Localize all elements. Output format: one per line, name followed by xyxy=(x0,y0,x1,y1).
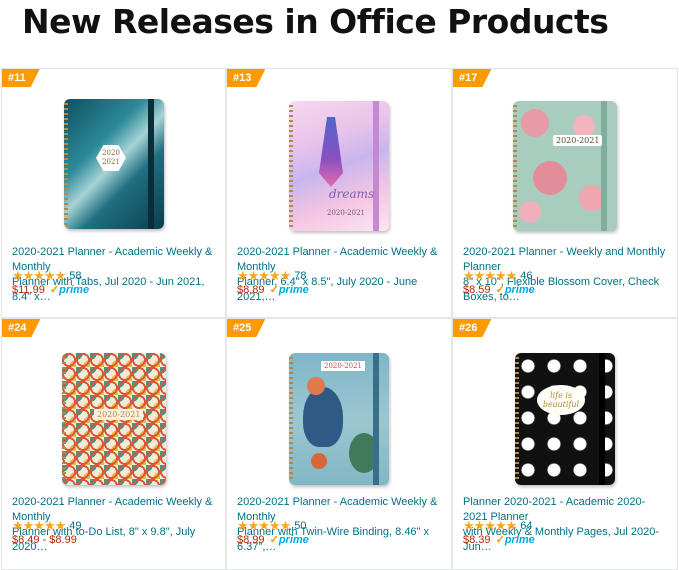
star-rating-icon[interactable]: ★★★★★ xyxy=(12,519,66,533)
prime-badge: ✓prime xyxy=(49,284,90,296)
cover-year-text: 2020-2021 xyxy=(553,135,603,146)
elastic-band xyxy=(599,353,605,485)
prime-badge: ✓prime xyxy=(269,534,309,546)
product-card[interactable]: #25 2020-2021 2020-2021 Planner - Academ… xyxy=(226,318,452,570)
rating-count[interactable]: 58 xyxy=(69,269,81,283)
prime-check-icon: ✓ xyxy=(269,534,279,546)
product-image[interactable]: 2020 2021 xyxy=(64,99,164,229)
price-row: $11.99 ✓prime xyxy=(12,283,89,297)
prime-badge: ✓prime xyxy=(269,284,309,296)
rank-badge: #11 xyxy=(2,69,40,87)
prime-badge: ✓prime xyxy=(495,284,535,296)
rating-count[interactable]: 46 xyxy=(520,269,532,283)
product-card[interactable]: #11 2020 2021 2020-2021 Planner - Academi… xyxy=(1,68,226,318)
flower-illustration xyxy=(573,115,595,137)
price: $11.99 xyxy=(12,284,45,296)
price: $8.59 xyxy=(463,284,491,296)
mermaid-illustration xyxy=(303,387,343,447)
cover-script-text: dreams xyxy=(329,187,375,201)
product-image[interactable]: 2020-2021 xyxy=(289,353,389,485)
rating-count[interactable]: 49 xyxy=(69,519,81,533)
product-image[interactable]: 2020-2021 xyxy=(62,353,166,485)
star-rating-icon[interactable]: ★★★★★ xyxy=(12,269,66,283)
rating[interactable]: ★★★★★ 64 xyxy=(463,519,533,533)
product-card[interactable]: #26 life is beautiful Planner 2020-2021 … xyxy=(452,318,678,570)
product-card[interactable]: #17 2020-2021 2020-2021 Planner - Weekly… xyxy=(452,68,678,318)
spiral-binding xyxy=(289,357,293,481)
mermaid-illustration xyxy=(307,377,325,395)
price: $8.89 xyxy=(237,284,265,296)
prime-check-icon: ✓ xyxy=(269,284,279,296)
rank-badge: #17 xyxy=(453,69,491,87)
star-rating-icon[interactable]: ★★★★★ xyxy=(237,269,291,283)
prime-check-icon: ✓ xyxy=(495,284,505,296)
star-rating-icon[interactable]: ★★★★★ xyxy=(463,519,517,533)
prime-badge: ✓prime xyxy=(495,534,535,546)
rank-badge: #26 xyxy=(453,319,491,337)
cover-year-text: 2020-2021 xyxy=(321,361,365,371)
rating-count[interactable]: 64 xyxy=(520,519,532,533)
rank-badge: #25 xyxy=(227,319,265,337)
product-grid: #11 2020 2021 2020-2021 Planner - Academi… xyxy=(0,68,679,570)
spiral-binding xyxy=(64,103,68,225)
page-title: New Releases in Office Products xyxy=(22,2,609,41)
flower-illustration xyxy=(521,109,549,137)
rating[interactable]: ★★★★★ 78 xyxy=(237,269,307,283)
product-image[interactable]: dreams 2020-2021 xyxy=(289,101,389,231)
price-row: $8.49 - $8.99 xyxy=(12,533,77,547)
product-image[interactable]: life is beautiful xyxy=(515,353,615,485)
star-rating-icon[interactable]: ★★★★★ xyxy=(237,519,291,533)
rating[interactable]: ★★★★★ 49 xyxy=(12,519,82,533)
elastic-band xyxy=(373,101,379,231)
rating[interactable]: ★★★★★ 46 xyxy=(463,269,533,283)
elastic-band xyxy=(601,101,607,231)
feather-illustration xyxy=(319,117,343,187)
price: $8.39 xyxy=(463,534,491,546)
rating[interactable]: ★★★★★ 58 xyxy=(12,269,82,283)
rating-count[interactable]: 50 xyxy=(294,519,306,533)
rating[interactable]: ★★★★★ 50 xyxy=(237,519,307,533)
cover-year-text: 2020-2021 xyxy=(327,209,365,217)
price: $8.99 xyxy=(237,534,265,546)
spiral-binding xyxy=(62,357,66,481)
star-rating-icon[interactable]: ★★★★★ xyxy=(463,269,517,283)
elastic-band xyxy=(373,353,379,485)
price-row: $8.89 ✓prime xyxy=(237,283,309,297)
flower-illustration xyxy=(519,201,541,223)
prime-check-icon: ✓ xyxy=(49,284,60,296)
mermaid-illustration xyxy=(311,453,327,469)
spiral-binding xyxy=(289,105,293,227)
cover-script-text: life is beautiful xyxy=(537,385,585,415)
spiral-binding xyxy=(515,357,519,481)
rating-count[interactable]: 78 xyxy=(294,269,306,283)
cover-year-text: 2020-2021 xyxy=(94,409,144,420)
flower-illustration xyxy=(533,161,567,195)
prime-check-icon: ✓ xyxy=(495,534,505,546)
product-image[interactable]: 2020-2021 xyxy=(513,101,617,231)
elastic-band xyxy=(148,99,154,229)
product-card[interactable]: #24 2020-2021 2020-2021 Planner - Academ… xyxy=(1,318,226,570)
price-row: $8.39 ✓prime xyxy=(463,533,535,547)
cover-hexagon-label: 2020 2021 xyxy=(96,145,126,171)
rank-badge: #24 xyxy=(2,319,40,337)
rank-badge: #13 xyxy=(227,69,265,87)
product-card[interactable]: #13 dreams 2020-2021 2020-2021 Planner -… xyxy=(226,68,452,318)
price-row: $8.99 ✓prime xyxy=(237,533,309,547)
spiral-binding xyxy=(513,105,517,227)
price-row: $8.59 ✓prime xyxy=(463,283,535,297)
price: $8.49 - $8.99 xyxy=(12,534,77,546)
